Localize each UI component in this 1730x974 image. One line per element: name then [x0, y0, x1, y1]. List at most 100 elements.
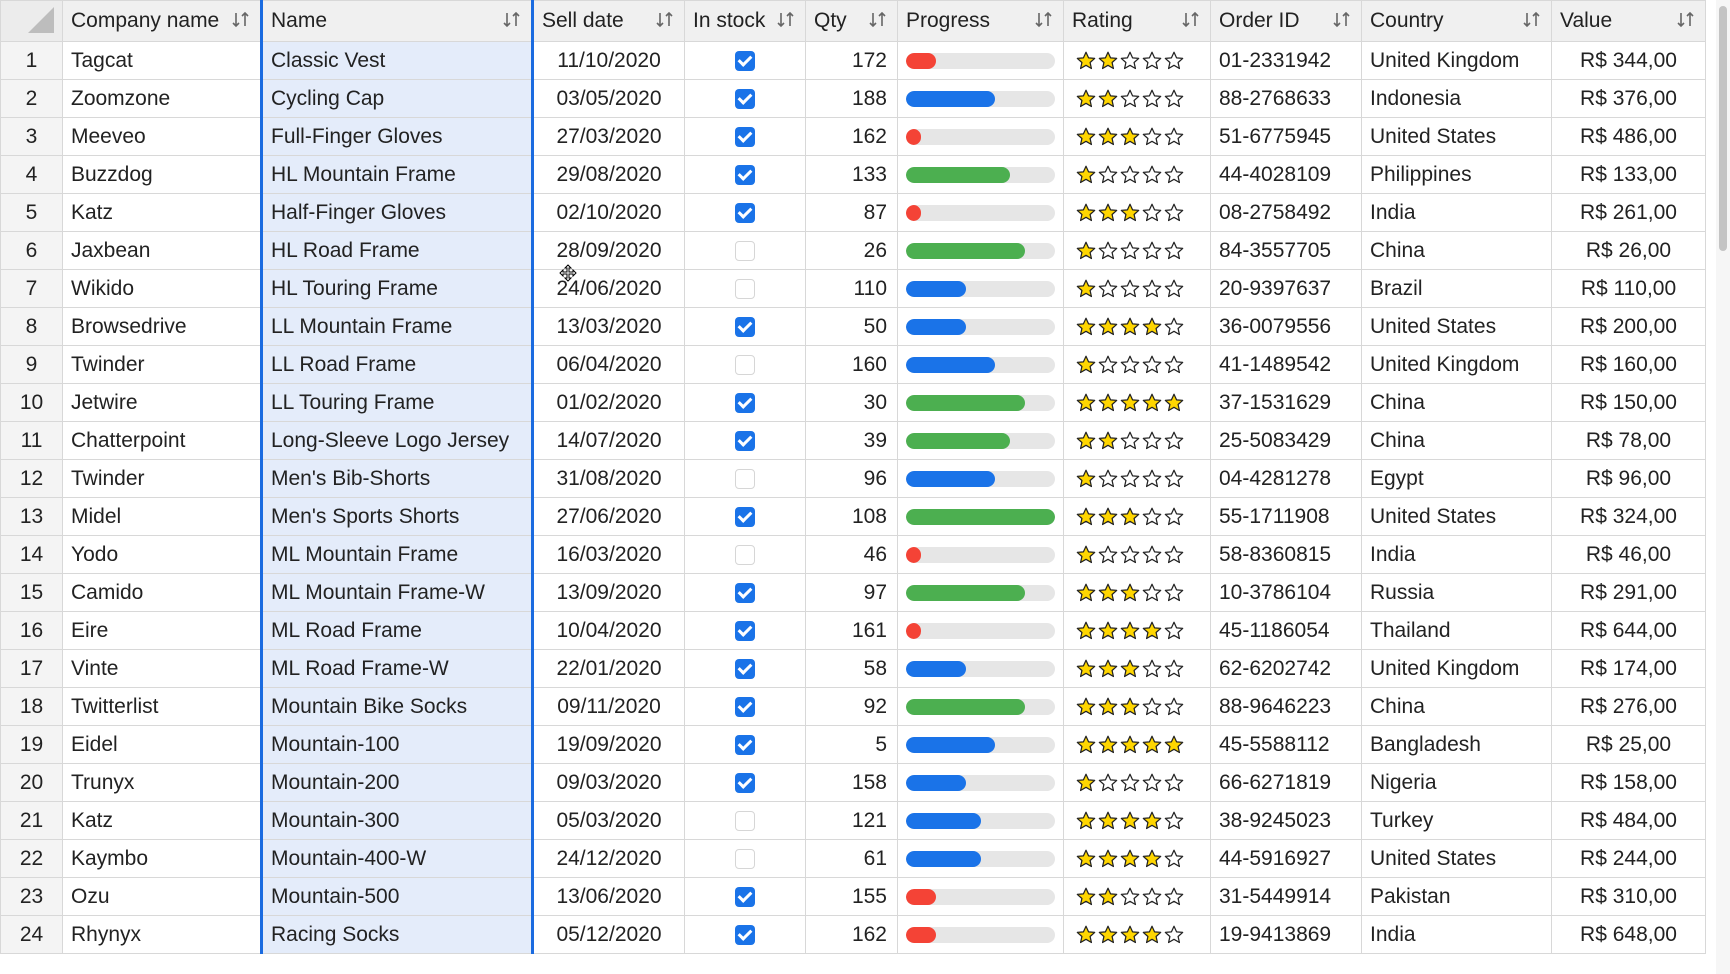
checkbox-unchecked[interactable]: [735, 240, 755, 261]
star-empty-icon[interactable]: [1142, 279, 1162, 299]
cell-country[interactable]: Russia: [1361, 573, 1552, 612]
cell-order-id[interactable]: 41-1489542: [1210, 345, 1362, 384]
sort-icon[interactable]: [1180, 10, 1202, 30]
cell-value[interactable]: R$ 484,00: [1551, 801, 1706, 840]
cell-company[interactable]: Midel: [62, 497, 262, 536]
cell-progress[interactable]: [897, 725, 1064, 764]
table-row[interactable]: 15 Camido ML Mountain Frame-W 13/09/2020 97 1…: [0, 573, 1706, 612]
star-empty-icon[interactable]: [1098, 165, 1118, 185]
cell-rating[interactable]: [1063, 307, 1211, 346]
star-empty-icon[interactable]: [1142, 51, 1162, 71]
checkbox-checked[interactable]: [735, 392, 755, 413]
star-filled-icon[interactable]: [1076, 89, 1096, 109]
cell-value[interactable]: R$ 324,00: [1551, 497, 1706, 536]
cell-value[interactable]: R$ 261,00: [1551, 193, 1706, 232]
star-empty-icon[interactable]: [1098, 773, 1118, 793]
cell-country[interactable]: United States: [1361, 839, 1552, 878]
table-row[interactable]: 24 Rhynyx Racing Socks 05/12/2020 162 19-9413…: [0, 915, 1706, 954]
cell-sell-date[interactable]: 31/08/2020: [532, 459, 685, 498]
cell-company[interactable]: Buzzdog: [62, 155, 262, 194]
star-empty-icon[interactable]: [1120, 165, 1140, 185]
cell-qty[interactable]: 5: [805, 725, 898, 764]
cell-name[interactable]: LL Road Frame: [260, 345, 534, 384]
sort-icon[interactable]: [654, 10, 676, 30]
rating-stars[interactable]: [1065, 697, 1210, 717]
rating-stars[interactable]: [1065, 469, 1210, 489]
cell-country[interactable]: India: [1361, 915, 1552, 954]
rating-stars[interactable]: [1065, 431, 1210, 451]
cell-in-stock[interactable]: [684, 839, 806, 878]
cell-qty[interactable]: 61: [805, 839, 898, 878]
cell-rating[interactable]: [1063, 79, 1211, 118]
table-row[interactable]: 20 Trunyx Mountain-200 09/03/2020 158 66-6271…: [0, 763, 1706, 802]
star-filled-icon[interactable]: [1076, 165, 1096, 185]
cell-company[interactable]: Chatterpoint: [62, 421, 262, 460]
cell-country[interactable]: Brazil: [1361, 269, 1552, 308]
cell-rating[interactable]: [1063, 345, 1211, 384]
cell-order-id[interactable]: 88-2768633: [1210, 79, 1362, 118]
cell-rating[interactable]: [1063, 535, 1211, 574]
cell-country[interactable]: Indonesia: [1361, 79, 1552, 118]
checkbox-checked[interactable]: [735, 734, 755, 755]
star-empty-icon[interactable]: [1142, 241, 1162, 261]
cell-rating[interactable]: [1063, 269, 1211, 308]
cell-name[interactable]: Racing Socks: [260, 915, 534, 954]
checkbox-checked[interactable]: [735, 696, 755, 717]
star-filled-icon[interactable]: [1120, 925, 1140, 945]
star-filled-icon[interactable]: [1076, 127, 1096, 147]
cell-name[interactable]: LL Mountain Frame: [260, 307, 534, 346]
star-filled-icon[interactable]: [1098, 431, 1118, 451]
cell-name[interactable]: HL Road Frame: [260, 231, 534, 270]
star-filled-icon[interactable]: [1076, 431, 1096, 451]
star-empty-icon[interactable]: [1142, 887, 1162, 907]
cell-qty[interactable]: 87: [805, 193, 898, 232]
column-header-name[interactable]: Name: [260, 0, 534, 42]
rating-stars[interactable]: [1065, 621, 1210, 641]
cell-in-stock[interactable]: [684, 725, 806, 764]
cell-country[interactable]: China: [1361, 687, 1552, 726]
cell-name[interactable]: ML Road Frame-W: [260, 649, 534, 688]
cell-country[interactable]: United Kingdom: [1361, 41, 1552, 80]
checkbox-checked[interactable]: [735, 924, 755, 945]
star-filled-icon[interactable]: [1142, 621, 1162, 641]
cell-value[interactable]: R$ 244,00: [1551, 839, 1706, 878]
cell-order-id[interactable]: 55-1711908: [1210, 497, 1362, 536]
cell-company[interactable]: Jetwire: [62, 383, 262, 422]
rating-stars[interactable]: [1065, 849, 1210, 869]
column-header-rating[interactable]: Rating: [1063, 0, 1211, 42]
star-filled-icon[interactable]: [1098, 659, 1118, 679]
cell-company[interactable]: Zoomzone: [62, 79, 262, 118]
star-filled-icon[interactable]: [1120, 507, 1140, 527]
cell-rating[interactable]: [1063, 117, 1211, 156]
table-row[interactable]: 14 Yodo ML Mountain Frame 16/03/2020 46 58-83…: [0, 535, 1706, 574]
star-empty-icon[interactable]: [1098, 469, 1118, 489]
star-filled-icon[interactable]: [1142, 811, 1162, 831]
cell-country[interactable]: India: [1361, 535, 1552, 574]
cell-qty[interactable]: 92: [805, 687, 898, 726]
data-grid[interactable]: Company name Name Sell date In stock Qty Prog…: [0, 0, 1716, 974]
cell-rating[interactable]: [1063, 877, 1211, 916]
cell-company[interactable]: Tagcat: [62, 41, 262, 80]
star-empty-icon[interactable]: [1120, 241, 1140, 261]
star-filled-icon[interactable]: [1142, 393, 1162, 413]
star-filled-icon[interactable]: [1120, 735, 1140, 755]
sort-icon[interactable]: [1331, 10, 1353, 30]
cell-order-id[interactable]: 88-9646223: [1210, 687, 1362, 726]
cell-in-stock[interactable]: [684, 649, 806, 688]
cell-country[interactable]: Nigeria: [1361, 763, 1552, 802]
cell-progress[interactable]: [897, 117, 1064, 156]
cell-value[interactable]: R$ 133,00: [1551, 155, 1706, 194]
star-empty-icon[interactable]: [1142, 583, 1162, 603]
cell-value[interactable]: R$ 200,00: [1551, 307, 1706, 346]
star-empty-icon[interactable]: [1120, 279, 1140, 299]
cell-order-id[interactable]: 84-3557705: [1210, 231, 1362, 270]
cell-progress[interactable]: [897, 41, 1064, 80]
cell-country[interactable]: United Kingdom: [1361, 649, 1552, 688]
table-row[interactable]: 2 Zoomzone Cycling Cap 03/05/2020 188 88-2768…: [0, 79, 1706, 118]
cell-company[interactable]: Ozu: [62, 877, 262, 916]
cell-sell-date[interactable]: 16/03/2020: [532, 535, 685, 574]
cell-qty[interactable]: 97: [805, 573, 898, 612]
star-empty-icon[interactable]: [1098, 545, 1118, 565]
cell-value[interactable]: R$ 310,00: [1551, 877, 1706, 916]
cell-rating[interactable]: [1063, 421, 1211, 460]
